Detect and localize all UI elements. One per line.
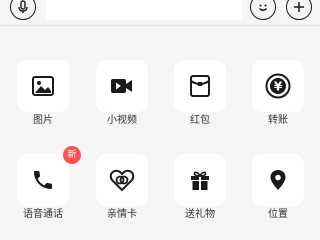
svg-text:¥: ¥ — [274, 80, 283, 94]
message-input[interactable] — [46, 0, 242, 20]
red-packet-label: 红包 — [190, 115, 210, 126]
smiley-icon — [255, 0, 271, 15]
red-packet-icon — [188, 74, 212, 98]
location-label: 位置 — [268, 209, 288, 220]
voice-call-label: 语音通话 — [23, 209, 63, 220]
gift-icon — [188, 168, 212, 192]
voice-call-button[interactable] — [17, 154, 69, 206]
gift-button[interactable] — [174, 154, 226, 206]
video-button[interactable] — [96, 60, 148, 112]
video-icon — [110, 74, 134, 98]
transfer-button[interactable]: ¥ — [252, 60, 304, 112]
emoji-button[interactable] — [250, 0, 276, 20]
video-label: 小视频 — [107, 115, 137, 126]
more-button[interactable] — [286, 0, 312, 20]
image-button[interactable] — [17, 60, 69, 112]
plus-icon — [292, 0, 306, 14]
microphone-icon — [16, 0, 30, 14]
phone-icon — [31, 168, 55, 192]
image-label: 图片 — [33, 115, 53, 126]
family-card-button[interactable] — [96, 154, 148, 206]
transfer-icon: ¥ — [265, 73, 291, 99]
image-icon — [31, 74, 55, 98]
panel-divider — [0, 25, 320, 26]
new-badge: 新 — [63, 146, 81, 164]
location-icon — [266, 168, 290, 192]
transfer-label: 转账 — [268, 115, 288, 126]
chat-input-bar — [0, 0, 320, 24]
voice-button[interactable] — [10, 0, 36, 20]
location-button[interactable] — [252, 154, 304, 206]
gift-label: 送礼物 — [185, 209, 215, 220]
family-card-label: 亲情卡 — [107, 209, 137, 220]
family-card-icon — [109, 167, 135, 193]
red-packet-button[interactable] — [174, 60, 226, 112]
